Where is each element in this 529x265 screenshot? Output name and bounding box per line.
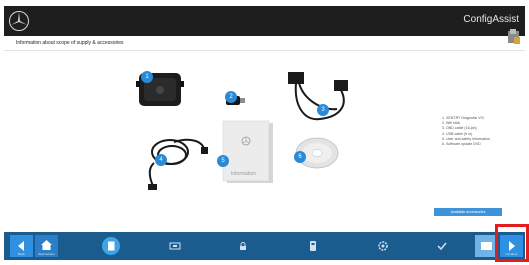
- scope-of-supply-list: 1. XENTRY Diagnosis VCI 2. Wifi stick 3.…: [442, 116, 490, 147]
- footer-toolbar: Back Start screen Continue: [4, 232, 525, 260]
- item-badge-4: 4: [155, 154, 167, 166]
- item-badge-6: 6: [294, 151, 306, 163]
- back-label: Back: [18, 252, 25, 256]
- start-screen-label: Start screen: [38, 252, 55, 256]
- app-logo-icon: [508, 29, 520, 44]
- available-accessories-button[interactable]: Available accessories: [434, 208, 502, 216]
- document-icon: [108, 241, 115, 251]
- step-indicator-check-icon: [437, 242, 447, 251]
- item-badge-5: 5: [217, 155, 229, 167]
- item-badge-2: 2: [225, 91, 237, 103]
- page-title: Information about scope of supply & acce…: [16, 40, 124, 46]
- back-button[interactable]: Back: [10, 235, 33, 257]
- step-indicator-vci-icon: [310, 241, 316, 251]
- highlight-frame: [495, 224, 529, 262]
- title-bar: ConfigAssist: [4, 6, 525, 36]
- app-title: ConfigAssist: [463, 14, 519, 25]
- step-indicator-lock-icon: [240, 242, 246, 250]
- step-indicator-settings-icon: [378, 241, 388, 251]
- step-indicator-document-active: [102, 237, 120, 255]
- list-item: 6. Software update DVD: [442, 142, 481, 147]
- info-sheet-label: Information: [231, 171, 257, 177]
- item-badge-3: 3: [317, 104, 329, 116]
- item-badge-1: 1: [141, 71, 153, 83]
- start-screen-button[interactable]: Start screen: [35, 235, 58, 257]
- step-indicator-device-icon: [169, 242, 181, 250]
- mercedes-star-icon: [9, 11, 29, 31]
